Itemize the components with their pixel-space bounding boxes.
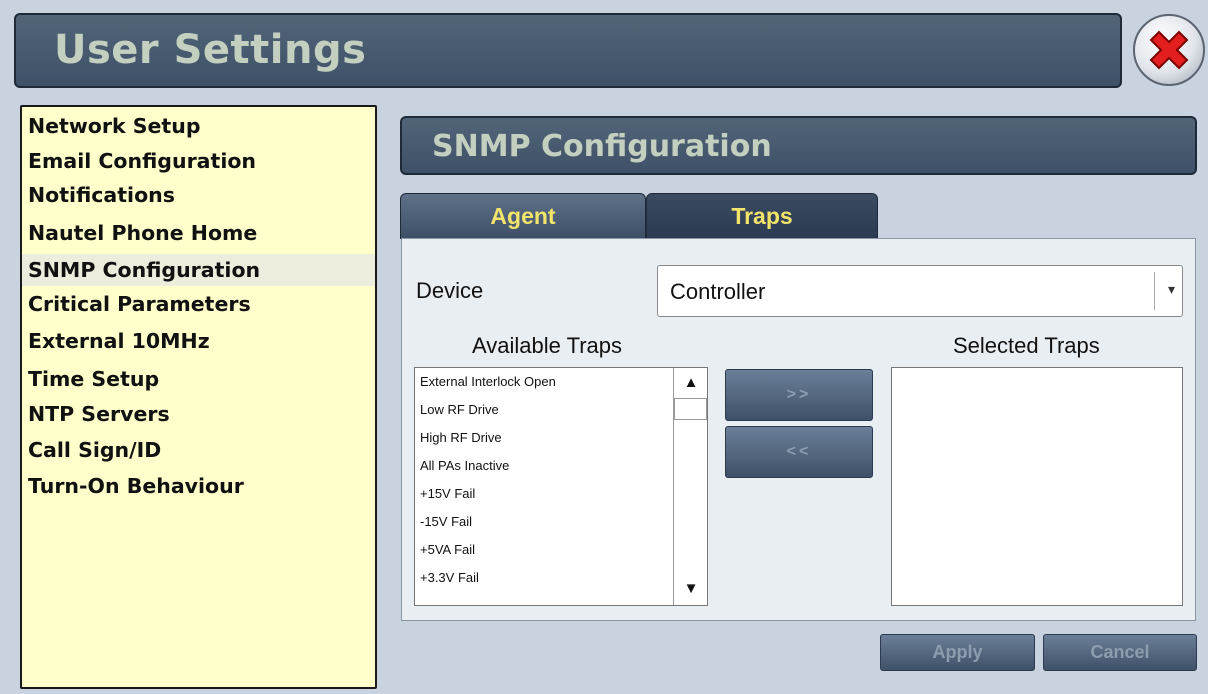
arrow-up-icon[interactable]: ▲ (674, 368, 707, 398)
list-item[interactable]: High RF Drive (420, 430, 502, 445)
page-title: User Settings (54, 27, 367, 73)
selected-traps-list[interactable] (891, 367, 1183, 606)
list-item[interactable]: +5VA Fail (420, 542, 475, 557)
sidebar-item-snmp-configuration[interactable]: SNMP Configuration (22, 254, 375, 286)
caret-down-icon: ▾ (1167, 281, 1175, 297)
device-label: Device (416, 278, 484, 303)
sidebar-item-turn-on-behaviour[interactable]: Turn-On Behaviour (28, 470, 244, 502)
available-traps-list[interactable]: External Interlock Open Low RF Drive Hig… (414, 367, 708, 606)
list-item[interactable]: -15V Fail (420, 514, 472, 529)
apply-button[interactable]: Apply (880, 634, 1035, 671)
cancel-button[interactable]: Cancel (1043, 634, 1197, 671)
section-title: SNMP Configuration (432, 129, 772, 164)
section-title-bar: SNMP Configuration (400, 116, 1197, 175)
add-trap-button[interactable]: >> (725, 369, 873, 421)
list-item[interactable]: +15V Fail (420, 486, 475, 501)
arrow-down-icon[interactable]: ▼ (674, 574, 707, 604)
title-bar: User Settings (14, 13, 1122, 88)
sidebar-item-nautel-phone-home[interactable]: Nautel Phone Home (28, 217, 257, 249)
settings-sidebar: Network Setup Email Configuration Notifi… (20, 105, 377, 689)
list-item[interactable]: External Interlock Open (420, 374, 556, 389)
sidebar-item-email-configuration[interactable]: Email Configuration (28, 145, 256, 177)
device-select[interactable]: Controller ▾ (657, 265, 1183, 317)
sidebar-item-network-setup[interactable]: Network Setup (28, 110, 201, 142)
list-item[interactable]: Low RF Drive (420, 402, 499, 417)
remove-trap-button[interactable]: << (725, 426, 873, 478)
sidebar-item-ntp-servers[interactable]: NTP Servers (28, 398, 170, 430)
close-x-icon (1149, 30, 1189, 70)
scroll-thumb[interactable] (674, 398, 707, 420)
available-traps-label: Available Traps (472, 333, 623, 358)
sidebar-item-external-10mhz[interactable]: External 10MHz (28, 325, 210, 357)
list-scrollbar[interactable]: ▲ ▼ (673, 368, 707, 605)
sidebar-item-critical-parameters[interactable]: Critical Parameters (28, 288, 251, 320)
close-button[interactable] (1133, 14, 1205, 86)
sidebar-item-call-sign-id[interactable]: Call Sign/ID (28, 434, 161, 466)
sidebar-item-time-setup[interactable]: Time Setup (28, 363, 159, 395)
sidebar-item-notifications[interactable]: Notifications (28, 179, 175, 211)
select-divider (1154, 272, 1155, 310)
list-item[interactable]: +3.3V Fail (420, 570, 479, 585)
header: User Settings (0, 0, 1208, 100)
tab-traps[interactable]: Traps (646, 193, 878, 239)
tab-agent[interactable]: Agent (400, 193, 646, 239)
device-select-value: Controller (670, 279, 766, 304)
list-item[interactable]: All PAs Inactive (420, 458, 509, 473)
selected-traps-label: Selected Traps (953, 333, 1100, 358)
